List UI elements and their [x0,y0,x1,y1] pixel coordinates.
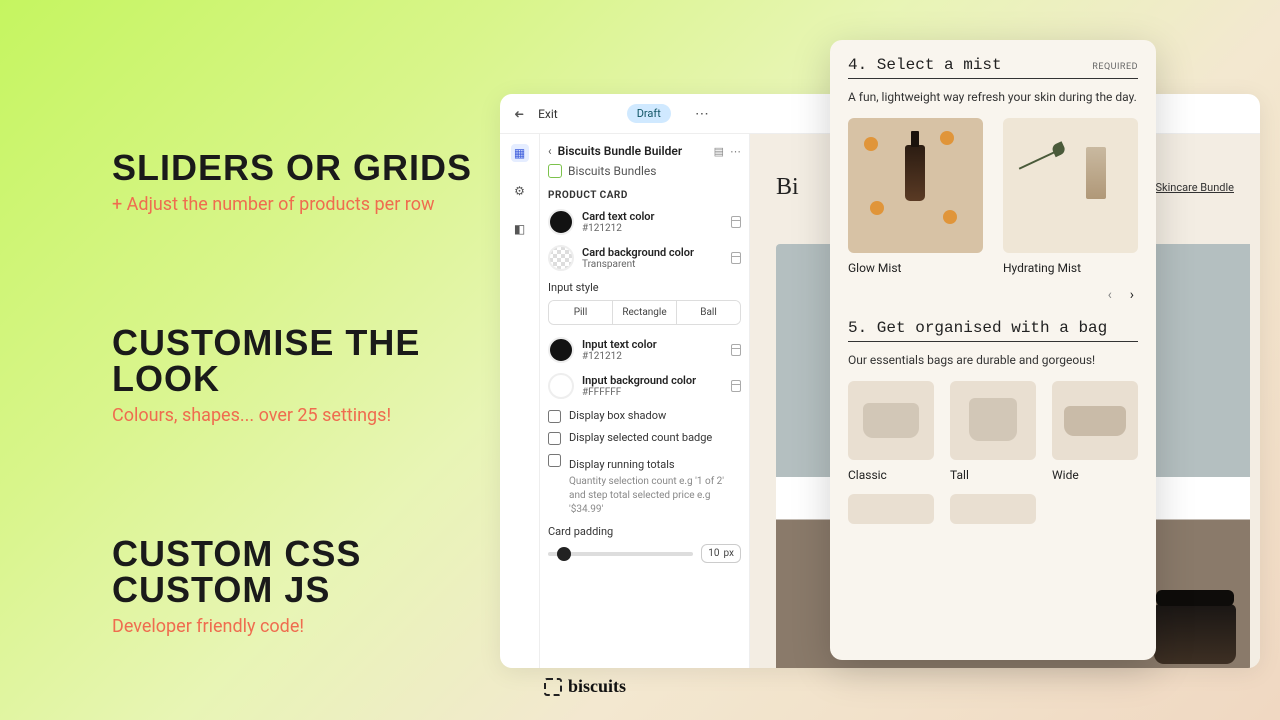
padding-input[interactable]: 10px [701,544,741,563]
sections-tab-icon[interactable]: ▦ [511,144,529,162]
card-text-color-row[interactable]: Card text color #121212 [548,209,741,235]
settings-tab-icon[interactable]: ⚙ [511,182,529,200]
carousel-prev-icon[interactable]: ‹ [1108,287,1112,303]
running-totals-checkbox[interactable] [548,454,561,467]
bag-card-partial[interactable] [950,494,1036,524]
step-4-title: 4. Select a mist [848,56,1002,74]
input-text-color-row[interactable]: Input text color #121212 [548,337,741,363]
dynamic-source-icon[interactable] [731,344,741,356]
panel-more-icon[interactable]: ⋯ [730,145,741,158]
color-swatch-icon [548,373,574,399]
logo-icon [544,678,562,696]
bag-card-classic[interactable]: Classic [848,381,934,483]
dynamic-source-icon[interactable] [731,252,741,264]
apps-tab-icon[interactable]: ◧ [511,220,529,238]
editor-side-tabs: ▦ ⚙ ◧ [500,134,540,668]
color-swatch-icon [548,209,574,235]
bag-card-partial[interactable] [848,494,934,524]
back-icon[interactable]: ‹ [548,144,552,158]
headline-3b: CUSTOM JS [112,572,492,608]
preview-breadcrumb[interactable]: Skincare Bundle [1156,181,1235,194]
input-style-pill[interactable]: Pill [549,301,612,324]
step-5-desc: Our essentials bags are durable and gorg… [848,352,1138,369]
input-style-rectangle[interactable]: Rectangle [612,301,676,324]
more-icon[interactable]: ⋯ [695,106,709,122]
required-badge: REQUIRED [1092,62,1138,72]
input-style-segment: Pill Rectangle Ball [548,300,741,325]
sub-3: Developer friendly code! [112,616,492,637]
headline-3a: CUSTOM CSS [112,536,492,572]
card-padding-label: Card padding [548,525,741,538]
mobile-preview-card: 4. Select a mist REQUIRED A fun, lightwe… [830,40,1156,660]
sub-1: + Adjust the number of products per row [112,194,492,215]
exit-icon: ➜ [514,107,524,121]
dynamic-source-icon[interactable] [731,380,741,392]
exit-button[interactable]: Exit [538,107,558,121]
headline-1: SLIDERS OR GRIDS [112,150,492,186]
draft-badge[interactable]: Draft [627,104,671,123]
panel-title: Biscuits Bundle Builder [558,144,708,158]
biscuits-logo: biscuits [544,676,626,697]
product-image [1003,118,1138,253]
input-bg-color-row[interactable]: Input background color #FFFFFF [548,373,741,399]
product-jar-graphic [1154,604,1236,664]
section-heading: PRODUCT CARD [548,190,741,201]
count-badge-checkbox[interactable] [548,432,561,445]
marketing-copy: SLIDERS OR GRIDS + Adjust the number of … [112,150,492,637]
settings-panel: ‹ Biscuits Bundle Builder ▤ ⋯ Biscuits B… [540,134,750,668]
padding-slider[interactable] [548,552,693,556]
card-bg-color-row[interactable]: Card background color Transparent [548,245,741,271]
color-swatch-icon [548,245,574,271]
input-style-label: Input style [548,281,741,294]
bag-card-wide[interactable]: Wide [1052,381,1138,483]
preview-store-title: Bi [776,174,799,201]
box-shadow-checkbox[interactable] [548,410,561,423]
sub-2: Colours, shapes... over 25 settings! [112,405,492,426]
product-card-glow[interactable]: Glow Mist [848,118,983,275]
step-4-desc: A fun, lightweight way refresh your skin… [848,89,1138,106]
block-name[interactable]: Biscuits Bundles [568,164,656,178]
product-card-hydrating[interactable]: Hydrating Mist [1003,118,1138,275]
dynamic-source-icon[interactable] [731,216,741,228]
collapse-icon[interactable]: ▤ [714,145,724,158]
color-swatch-icon [548,337,574,363]
bag-card-tall[interactable]: Tall [950,381,1036,483]
product-image [848,118,983,253]
headline-2: CUSTOMISE THE LOOK [112,325,492,397]
input-style-ball[interactable]: Ball [676,301,740,324]
block-icon [548,164,562,178]
step-5-title: 5. Get organised with a bag [848,319,1107,337]
carousel-next-icon[interactable]: › [1130,287,1134,303]
